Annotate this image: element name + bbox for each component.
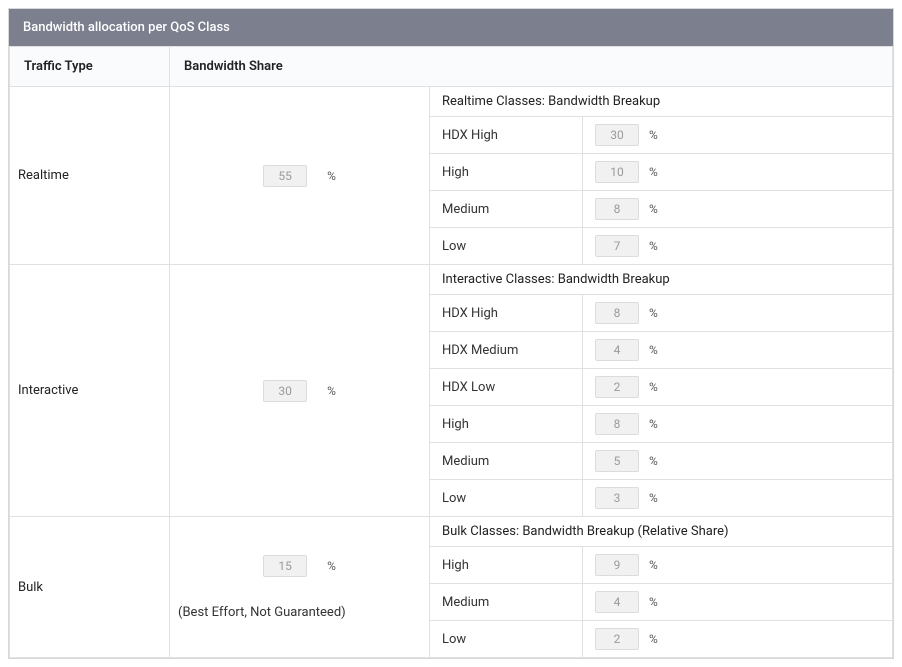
class-label: Medium — [430, 191, 582, 228]
col-bandwidth-share: Bandwidth Share — [170, 47, 893, 87]
inner-table-interactive: Interactive Classes: Bandwidth Breakup H… — [430, 265, 892, 516]
traffic-type-realtime: Realtime — [10, 87, 170, 265]
share-cell-realtime: % — [170, 87, 430, 265]
class-input[interactable] — [595, 376, 639, 398]
class-value-cell: % — [582, 406, 892, 443]
class-value-cell: % — [582, 369, 892, 406]
class-input[interactable] — [595, 302, 639, 324]
class-label: Medium — [430, 584, 582, 621]
class-value-cell: % — [582, 117, 892, 154]
class-label: High — [430, 547, 582, 584]
percent-label: % — [649, 343, 658, 357]
class-value-cell: % — [582, 480, 892, 517]
class-label: HDX Medium — [430, 332, 582, 369]
class-value-cell: % — [582, 332, 892, 369]
col-traffic-type: Traffic Type — [10, 47, 170, 87]
breakup-cell-bulk: Bulk Classes: Bandwidth Breakup (Relativ… — [430, 517, 893, 658]
percent-label: % — [649, 595, 658, 609]
class-value-cell: % — [582, 621, 892, 658]
qos-panel: Bandwidth allocation per QoS Class Traff… — [8, 8, 894, 659]
class-value-cell: % — [582, 228, 892, 265]
percent-label: % — [649, 491, 658, 505]
inner-table-realtime: Realtime Classes: Bandwidth Breakup HDX … — [430, 87, 892, 264]
class-input[interactable] — [595, 124, 639, 146]
class-label: High — [430, 406, 582, 443]
percent-label: % — [649, 454, 658, 468]
class-value-cell: % — [582, 584, 892, 621]
breakup-cell-realtime: Realtime Classes: Bandwidth Breakup HDX … — [430, 87, 893, 265]
class-value-cell: % — [582, 295, 892, 332]
class-label: Low — [430, 621, 582, 658]
breakup-title: Realtime Classes: Bandwidth Breakup — [430, 87, 892, 117]
share-cell-interactive: % — [170, 265, 430, 517]
share-input-realtime[interactable] — [263, 165, 307, 187]
class-input[interactable] — [595, 235, 639, 257]
breakup-cell-interactive: Interactive Classes: Bandwidth Breakup H… — [430, 265, 893, 517]
class-input[interactable] — [595, 450, 639, 472]
inner-table-bulk: Bulk Classes: Bandwidth Breakup (Relativ… — [430, 517, 892, 657]
percent-label: % — [649, 306, 658, 320]
class-value-cell: % — [582, 154, 892, 191]
class-label: Low — [430, 228, 582, 265]
class-label: High — [430, 154, 582, 191]
qos-table: Traffic Type Bandwidth Share Realtime % … — [9, 46, 893, 658]
traffic-type-interactive: Interactive — [10, 265, 170, 517]
class-label: Medium — [430, 443, 582, 480]
panel-title: Bandwidth allocation per QoS Class — [9, 9, 893, 46]
table-row: Realtime % Realtime Classes: Bandwidth B… — [10, 87, 893, 265]
class-input[interactable] — [595, 339, 639, 361]
class-label: HDX High — [430, 117, 582, 154]
class-input[interactable] — [595, 591, 639, 613]
percent-label: % — [649, 239, 658, 253]
breakup-title: Interactive Classes: Bandwidth Breakup — [430, 265, 892, 295]
class-input[interactable] — [595, 198, 639, 220]
class-label: Low — [430, 480, 582, 517]
table-row: Bulk % (Best Effort, Not Guaranteed) Bul… — [10, 517, 893, 658]
percent-label: % — [649, 417, 658, 431]
class-input[interactable] — [595, 554, 639, 576]
class-value-cell: % — [582, 547, 892, 584]
class-label: HDX High — [430, 295, 582, 332]
share-input-interactive[interactable] — [263, 380, 307, 402]
share-cell-bulk: % (Best Effort, Not Guaranteed) — [170, 517, 430, 658]
class-value-cell: % — [582, 443, 892, 480]
class-value-cell: % — [582, 191, 892, 228]
share-note-bulk: (Best Effort, Not Guaranteed) — [178, 605, 421, 620]
percent-label: % — [327, 559, 336, 573]
percent-label: % — [327, 384, 336, 398]
percent-label: % — [649, 202, 658, 216]
class-input[interactable] — [595, 413, 639, 435]
percent-label: % — [649, 128, 658, 142]
class-input[interactable] — [595, 161, 639, 183]
percent-label: % — [327, 169, 336, 183]
percent-label: % — [649, 380, 658, 394]
share-input-bulk[interactable] — [263, 555, 307, 577]
percent-label: % — [649, 165, 658, 179]
percent-label: % — [649, 632, 658, 646]
percent-label: % — [649, 558, 658, 572]
traffic-type-bulk: Bulk — [10, 517, 170, 658]
class-input[interactable] — [595, 628, 639, 650]
breakup-title: Bulk Classes: Bandwidth Breakup (Relativ… — [430, 517, 892, 547]
table-row: Interactive % Interactive Classes: Bandw… — [10, 265, 893, 517]
class-label: HDX Low — [430, 369, 582, 406]
class-input[interactable] — [595, 487, 639, 509]
table-header-row: Traffic Type Bandwidth Share — [10, 47, 893, 87]
